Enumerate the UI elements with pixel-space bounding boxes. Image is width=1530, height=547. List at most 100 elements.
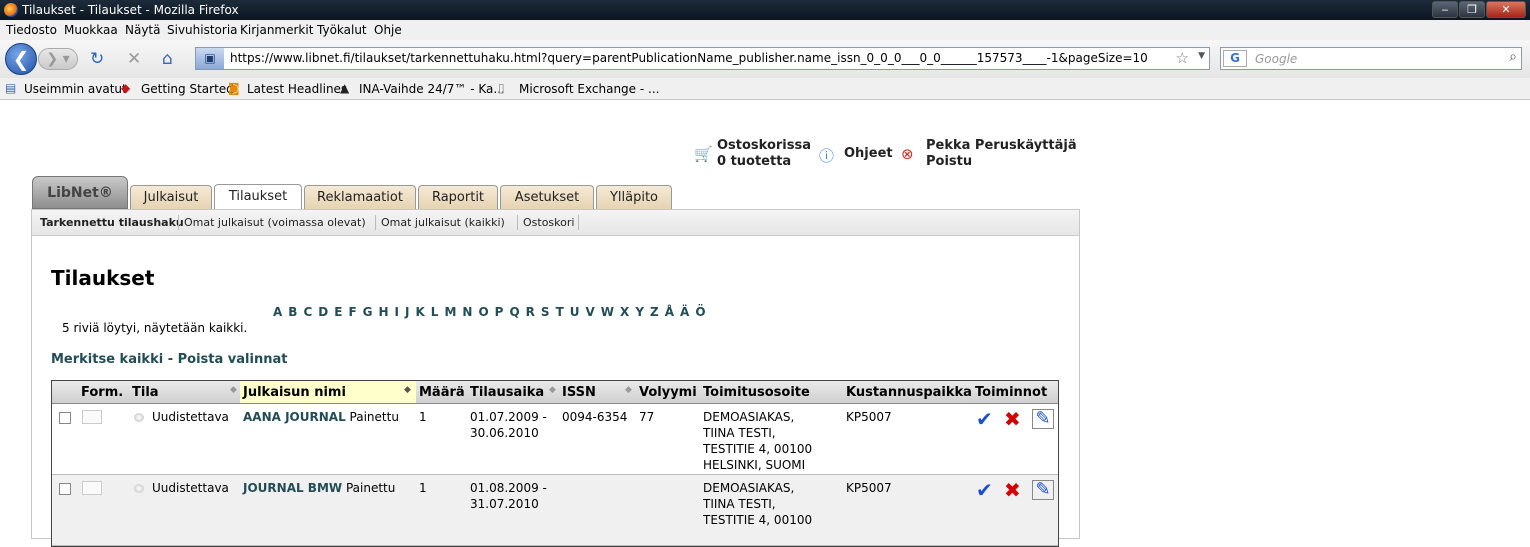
- url-dropdown-icon[interactable]: ▼: [1198, 51, 1205, 61]
- logout-icon[interactable]: ⊗: [901, 145, 914, 163]
- stop-icon[interactable]: ✕: [127, 49, 141, 69]
- menu-nayta[interactable]: Näytä: [125, 23, 161, 37]
- alphabet-letter-23[interactable]: X: [620, 305, 629, 319]
- alphabet-letter-16[interactable]: Q: [509, 305, 519, 319]
- alphabet-letter-12[interactable]: M: [444, 305, 456, 319]
- menu-tiedosto[interactable]: Tiedosto: [6, 23, 57, 37]
- alphabet-letter-1[interactable]: B: [288, 305, 297, 319]
- maximize-button[interactable]: ❐: [1459, 1, 1485, 18]
- alphabet-letter-17[interactable]: R: [526, 305, 535, 319]
- clear-selection-link[interactable]: Poista valinnat: [178, 352, 288, 367]
- sort-icon[interactable]: ◆: [404, 385, 411, 395]
- search-box[interactable]: G Google ⌕: [1220, 47, 1522, 70]
- address-bar[interactable]: ▣ https://www.libnet.fi/tilaukset/tarken…: [195, 47, 1210, 70]
- col-name[interactable]: Julkaisun nimi: [243, 385, 346, 400]
- col-address[interactable]: Toimitusosoite: [703, 385, 810, 400]
- edit-icon[interactable]: ✎: [1032, 409, 1054, 429]
- alphabet-letter-4[interactable]: E: [334, 305, 342, 319]
- menu-muokkaa[interactable]: Muokkaa: [64, 23, 118, 37]
- alphabet-letter-25[interactable]: Z: [650, 305, 659, 319]
- subnav-own-all[interactable]: Omat julkaisut (kaikki): [381, 216, 505, 229]
- accept-icon[interactable]: ✔: [976, 407, 993, 431]
- bookmark-getting-started[interactable]: Getting Started: [141, 82, 234, 96]
- alphabet-letter-5[interactable]: F: [348, 305, 356, 319]
- subnav-cart[interactable]: Ostoskori: [523, 216, 574, 229]
- subnav-advanced-search[interactable]: Tarkennettu tilaushaku: [40, 216, 184, 229]
- select-all-link[interactable]: Merkitse kaikki: [51, 352, 163, 367]
- col-volume[interactable]: Volyymi: [639, 385, 697, 400]
- alphabet-letter-20[interactable]: U: [570, 305, 580, 319]
- alphabet-letter-6[interactable]: G: [363, 305, 373, 319]
- tab-raportit[interactable]: Raportit: [418, 185, 498, 210]
- alphabet-letter-22[interactable]: W: [601, 305, 614, 319]
- search-icon[interactable]: ⌕: [1509, 49, 1517, 65]
- help-link[interactable]: Ohjeet: [844, 146, 893, 162]
- col-qty[interactable]: Määrä: [419, 385, 465, 400]
- sort-icon[interactable]: ◆: [230, 385, 237, 395]
- alphabet-letter-2[interactable]: C: [303, 305, 312, 319]
- bookmark-latest-headlines[interactable]: Latest Headlines: [247, 82, 347, 96]
- alphabet-letter-14[interactable]: O: [478, 305, 488, 319]
- tab-reklamaatiot[interactable]: Reklamaatiot: [304, 185, 416, 210]
- alphabet-letter-26[interactable]: Å: [665, 305, 674, 319]
- col-state[interactable]: Tila: [132, 385, 159, 400]
- sort-icon[interactable]: ◆: [549, 385, 556, 395]
- alphabet-letter-15[interactable]: P: [495, 305, 504, 319]
- reload-icon[interactable]: ↻: [90, 49, 104, 69]
- col-form[interactable]: Form.: [81, 385, 123, 400]
- menu-sivuhistoria[interactable]: Sivuhistoria: [167, 23, 238, 37]
- reject-icon[interactable]: ✖: [1004, 407, 1021, 431]
- back-button[interactable]: ❮: [5, 43, 37, 75]
- alphabet-letter-3[interactable]: D: [318, 305, 328, 319]
- info-icon[interactable]: ⓘ: [819, 145, 834, 166]
- cart-label[interactable]: Ostoskorissa: [717, 138, 811, 154]
- alphabet-letter-27[interactable]: Ä: [680, 305, 689, 319]
- cart-count[interactable]: 0 tuotetta: [717, 154, 811, 170]
- alphabet-letter-8[interactable]: I: [395, 305, 399, 319]
- alphabet-letter-18[interactable]: S: [541, 305, 550, 319]
- alphabet-letter-9[interactable]: J: [405, 305, 409, 319]
- menu-ohje[interactable]: Ohje: [374, 23, 402, 37]
- col-cost-center[interactable]: Kustannuspaikka: [846, 385, 972, 400]
- accept-icon[interactable]: ✔: [976, 478, 993, 502]
- tab-asetukset[interactable]: Asetukset: [500, 185, 594, 210]
- cart-status[interactable]: Ostoskorissa 0 tuotetta: [717, 138, 811, 170]
- tab-tilaukset[interactable]: Tilaukset: [214, 184, 302, 210]
- alphabet-letter-10[interactable]: K: [415, 305, 424, 319]
- tab-julkaisut[interactable]: Julkaisut: [130, 185, 212, 210]
- libnet-logo[interactable]: LibNet®: [32, 176, 128, 209]
- bookmark-most-visited[interactable]: Useimmin avatut: [24, 82, 127, 96]
- row-checkbox[interactable]: [59, 412, 71, 424]
- edit-icon[interactable]: ✎: [1032, 480, 1054, 500]
- alphabet-letter-24[interactable]: Y: [635, 305, 644, 319]
- url-text[interactable]: https://www.libnet.fi/tilaukset/tarkenne…: [230, 51, 1148, 65]
- cart-icon[interactable]: 🛒: [694, 145, 713, 163]
- alphabet-letter-13[interactable]: N: [462, 305, 472, 319]
- alphabet-letter-28[interactable]: Ö: [695, 305, 705, 319]
- tab-yllapito[interactable]: Ylläpito: [596, 185, 672, 210]
- bookmark-star-icon[interactable]: ☆: [1176, 49, 1189, 67]
- logout-link[interactable]: Poistu: [926, 154, 1077, 170]
- bookmark-ina[interactable]: INA-Vaihde 24/7™ - Ka...: [359, 82, 505, 96]
- sort-icon[interactable]: ◆: [625, 385, 632, 395]
- alphabet-letter-21[interactable]: V: [586, 305, 595, 319]
- publication-link[interactable]: AANA JOURNAL: [243, 410, 346, 424]
- col-date[interactable]: Tilausaika: [470, 385, 544, 400]
- close-window-button[interactable]: ✕: [1486, 1, 1526, 18]
- alphabet-letter-0[interactable]: A: [273, 305, 282, 319]
- menu-tyokalut[interactable]: Työkalut: [317, 23, 367, 37]
- minimize-button[interactable]: ‒: [1432, 1, 1458, 18]
- col-issn[interactable]: ISSN: [562, 385, 596, 400]
- menu-kirjanmerkit[interactable]: Kirjanmerkit: [240, 23, 313, 37]
- search-placeholder[interactable]: Google: [1255, 52, 1297, 66]
- row-checkbox[interactable]: [59, 483, 71, 495]
- site-identity-icon[interactable]: ▣: [196, 48, 224, 69]
- reject-icon[interactable]: ✖: [1004, 478, 1021, 502]
- search-engine-icon[interactable]: G: [1223, 50, 1247, 67]
- home-icon[interactable]: ⌂: [162, 49, 173, 69]
- alphabet-letter-19[interactable]: T: [556, 305, 564, 319]
- alphabet-letter-11[interactable]: L: [431, 305, 439, 319]
- alphabet-letter-7[interactable]: H: [379, 305, 389, 319]
- publication-link[interactable]: JOURNAL BMW: [243, 481, 342, 495]
- subnav-own-valid[interactable]: Omat julkaisut (voimassa olevat): [184, 216, 366, 229]
